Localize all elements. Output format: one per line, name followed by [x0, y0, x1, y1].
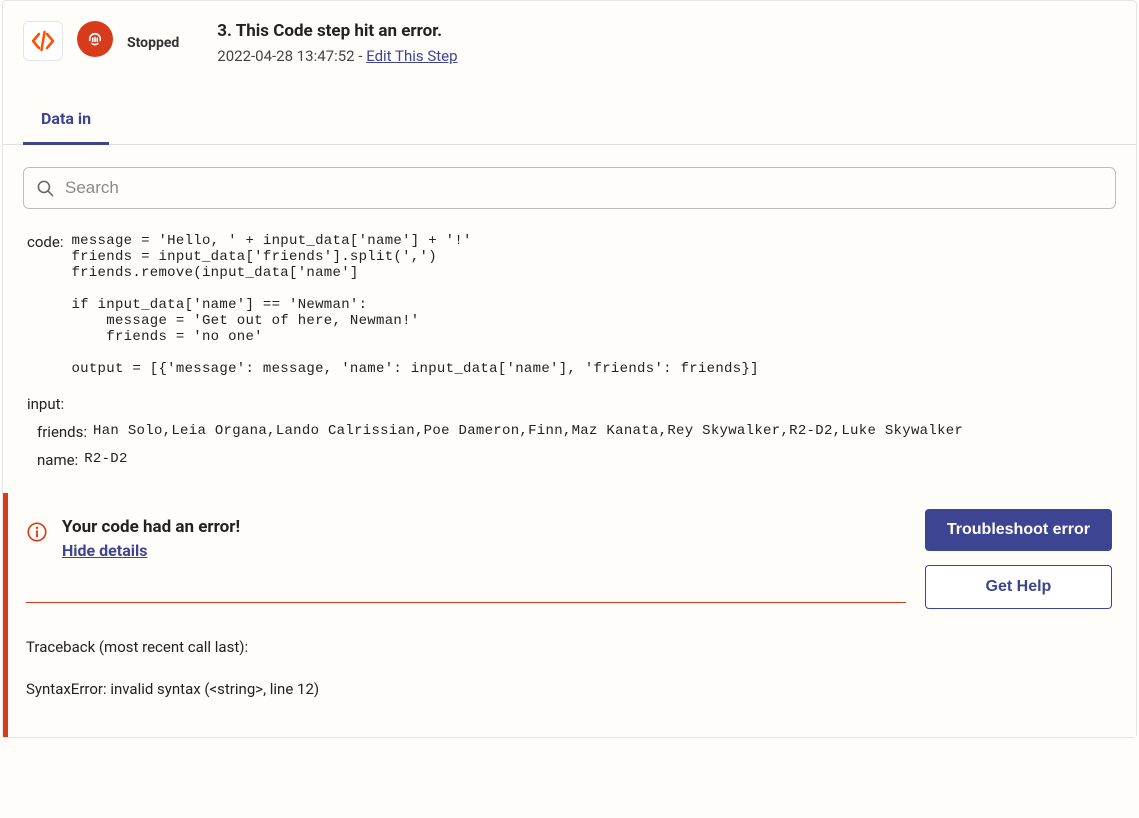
code-key: code:	[27, 233, 63, 251]
status-label: Stopped	[127, 35, 179, 51]
friends-key: friends:	[37, 423, 87, 441]
error-msg-block: Your code had an error! Hide details	[62, 509, 240, 560]
timestamp-line: 2022-04-28 13:47:52 - Edit This Step	[217, 47, 457, 65]
error-top-row: Your code had an error! Hide details	[26, 509, 907, 560]
traceback-line-2: SyntaxError: invalid syntax (<string>, l…	[26, 677, 319, 701]
search-wrap	[3, 145, 1136, 209]
search-input[interactable]	[65, 178, 1103, 198]
header-text: 3. This Code step hit an error. 2022-04-…	[217, 21, 457, 65]
step-header: Stopped 3. This Code step hit an error. …	[3, 1, 1136, 81]
error-banner: Your code had an error! Hide details Tra…	[3, 493, 1136, 737]
search-icon	[36, 179, 55, 198]
timestamp: 2022-04-28 13:47:52	[217, 47, 354, 65]
troubleshoot-button[interactable]: Troubleshoot error	[925, 509, 1112, 551]
code-icon	[23, 21, 63, 61]
error-buttons: Troubleshoot error Get Help	[925, 509, 1112, 719]
friends-value: Han Solo,Leia Organa,Lando Calrissian,Po…	[93, 423, 963, 439]
step-title: 3. This Code step hit an error.	[217, 21, 457, 41]
name-value: R2-D2	[84, 451, 128, 467]
input-section: input: friends: Han Solo,Leia Organa,Lan…	[27, 395, 1112, 469]
data-in-section: code: message = 'Hello, ' + input_data['…	[3, 209, 1136, 493]
tab-data-in[interactable]: Data in	[23, 95, 109, 145]
name-key: name:	[37, 451, 78, 469]
tabs-row: Data in	[3, 95, 1136, 145]
step-card: Stopped 3. This Code step hit an error. …	[2, 0, 1137, 738]
error-divider	[26, 602, 906, 603]
error-title: Your code had an error!	[62, 517, 240, 537]
edit-step-link[interactable]: Edit This Step	[366, 47, 457, 65]
info-icon	[26, 521, 48, 543]
separator: -	[355, 47, 367, 65]
search-box[interactable]	[23, 167, 1116, 209]
error-left: Your code had an error! Hide details Tra…	[26, 509, 907, 719]
get-help-button[interactable]: Get Help	[925, 565, 1112, 609]
friends-field: friends: Han Solo,Leia Organa,Lando Calr…	[37, 423, 1112, 441]
traceback-line-1: Traceback (most recent call last):	[26, 635, 319, 659]
name-field: name: R2-D2	[37, 451, 1112, 469]
stopped-icon	[77, 21, 113, 57]
hide-details-link[interactable]: Hide details	[62, 541, 147, 560]
input-key: input:	[27, 395, 1112, 413]
traceback: Traceback (most recent call last): Synta…	[26, 635, 319, 719]
code-value: message = 'Hello, ' + input_data['name']…	[71, 233, 758, 377]
code-field: code: message = 'Hello, ' + input_data['…	[27, 233, 1112, 377]
